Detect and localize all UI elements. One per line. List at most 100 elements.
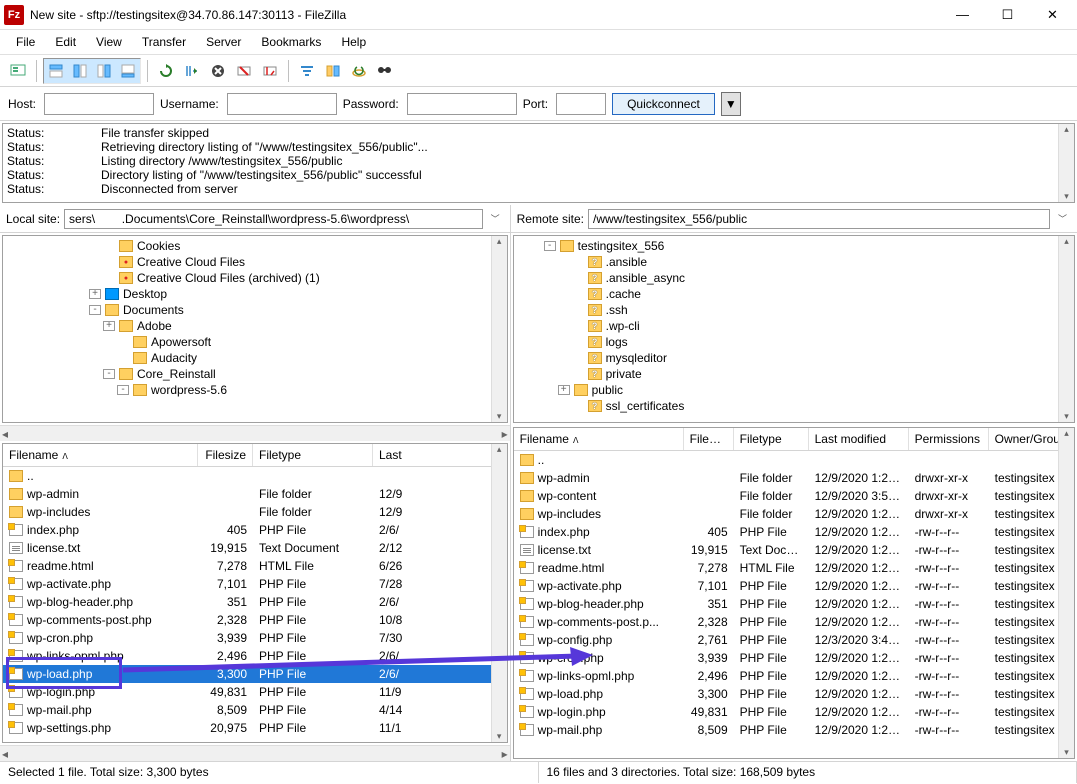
tree-item[interactable]: ssl_certificates: [516, 398, 1072, 414]
disconnect-icon[interactable]: [232, 59, 256, 83]
col-permissions[interactable]: Permissions: [909, 428, 989, 450]
list-item[interactable]: readme.html7,278HTML File12/9/2020 1:22:…: [514, 559, 1074, 577]
remote-file-list[interactable]: Filenameᐱ Filesize Filetype Last modifie…: [513, 427, 1075, 759]
list-item[interactable]: wp-adminFile folder12/9: [3, 485, 507, 503]
tree-item[interactable]: private: [516, 366, 1072, 382]
list-item[interactable]: wp-activate.php7,101PHP File12/9/2020 1:…: [514, 577, 1074, 595]
message-log[interactable]: Status:File transfer skippedStatus:Retri…: [2, 123, 1075, 203]
close-button[interactable]: ✕: [1030, 1, 1075, 29]
col-filesize[interactable]: Filesize: [198, 444, 253, 466]
menu-server[interactable]: Server: [196, 32, 251, 52]
list-item[interactable]: wp-config.php2,761PHP File12/3/2020 3:43…: [514, 631, 1074, 649]
remote-site-input[interactable]: [588, 209, 1050, 229]
quickconnect-button[interactable]: Quickconnect: [612, 93, 715, 115]
col-filesize[interactable]: Filesize: [684, 428, 734, 450]
list-item[interactable]: index.php405PHP File2/6/: [3, 521, 507, 539]
scrollbar-horizontal[interactable]: ◂▸: [0, 425, 510, 441]
list-item[interactable]: wp-load.php3,300PHP File2/6/: [3, 665, 507, 683]
col-modified[interactable]: Last: [373, 444, 507, 466]
site-manager-icon[interactable]: [6, 59, 30, 83]
list-item[interactable]: wp-cron.php3,939PHP File7/30: [3, 629, 507, 647]
tree-item[interactable]: Cookies: [5, 238, 505, 254]
tree-item[interactable]: Creative Cloud Files: [5, 254, 505, 270]
col-filetype[interactable]: Filetype: [253, 444, 373, 466]
menu-help[interactable]: Help: [331, 32, 376, 52]
list-item[interactable]: wp-includesFile folder12/9/2020 1:23:...…: [514, 505, 1074, 523]
tree-item[interactable]: -Core_Reinstall: [5, 366, 505, 382]
maximize-button[interactable]: ☐: [985, 1, 1030, 29]
list-item[interactable]: wp-load.php3,300PHP File12/9/2020 1:22:.…: [514, 685, 1074, 703]
menu-bookmarks[interactable]: Bookmarks: [251, 32, 331, 52]
reconnect-icon[interactable]: [258, 59, 282, 83]
tree-item[interactable]: .ansible: [516, 254, 1072, 270]
list-item[interactable]: wp-settings.php20,975PHP File11/1: [3, 719, 507, 737]
local-site-dropdown[interactable]: ﹀: [487, 212, 504, 225]
cancel-icon[interactable]: [206, 59, 230, 83]
list-item[interactable]: ..: [514, 451, 1074, 469]
list-item[interactable]: wp-login.php49,831PHP File11/9: [3, 683, 507, 701]
local-tree[interactable]: CookiesCreative Cloud FilesCreative Clou…: [2, 235, 508, 423]
list-item[interactable]: wp-cron.php3,939PHP File12/9/2020 1:22:.…: [514, 649, 1074, 667]
scrollbar-horizontal[interactable]: ◂▸: [0, 745, 510, 761]
scrollbar-vertical[interactable]: [1058, 236, 1074, 422]
remote-tree[interactable]: -testingsitex_556.ansible.ansible_async.…: [513, 235, 1075, 423]
col-modified[interactable]: Last modified: [809, 428, 909, 450]
quickconnect-dropdown[interactable]: ▼: [721, 92, 741, 116]
tree-item[interactable]: mysqleditor: [516, 350, 1072, 366]
col-filetype[interactable]: Filetype: [734, 428, 809, 450]
col-filename[interactable]: Filenameᐱ: [514, 428, 684, 450]
tree-item[interactable]: +public: [516, 382, 1072, 398]
toggle-log-icon[interactable]: [44, 59, 68, 83]
toggle-remote-tree-icon[interactable]: [92, 59, 116, 83]
tree-item[interactable]: .cache: [516, 286, 1072, 302]
toggle-queue-icon[interactable]: [116, 59, 140, 83]
filter-icon[interactable]: [295, 59, 319, 83]
compare-icon[interactable]: [321, 59, 345, 83]
list-item[interactable]: license.txt19,915Text Document2/12: [3, 539, 507, 557]
tree-item[interactable]: .ssh: [516, 302, 1072, 318]
list-item[interactable]: license.txt19,915Text Docu...12/9/2020 1…: [514, 541, 1074, 559]
scrollbar-vertical[interactable]: [491, 236, 507, 422]
list-item[interactable]: wp-login.php49,831PHP File12/9/2020 1:22…: [514, 703, 1074, 721]
scrollbar-vertical[interactable]: [1058, 428, 1074, 758]
list-item[interactable]: wp-comments-post.php2,328PHP File10/8: [3, 611, 507, 629]
port-input[interactable]: [556, 93, 606, 115]
search-icon[interactable]: [373, 59, 397, 83]
list-item[interactable]: wp-links-opml.php2,496PHP File12/9/2020 …: [514, 667, 1074, 685]
tree-item[interactable]: .wp-cli: [516, 318, 1072, 334]
tree-item[interactable]: Audacity: [5, 350, 505, 366]
list-item[interactable]: wp-includesFile folder12/9: [3, 503, 507, 521]
tree-item[interactable]: -testingsitex_556: [516, 238, 1072, 254]
local-site-input[interactable]: [64, 209, 483, 229]
tree-item[interactable]: .ansible_async: [516, 270, 1072, 286]
toggle-local-tree-icon[interactable]: [68, 59, 92, 83]
menu-file[interactable]: File: [6, 32, 45, 52]
tree-item[interactable]: -wordpress-5.6: [5, 382, 505, 398]
host-input[interactable]: [44, 93, 154, 115]
menu-transfer[interactable]: Transfer: [132, 32, 196, 52]
tree-item[interactable]: -Documents: [5, 302, 505, 318]
process-queue-icon[interactable]: [180, 59, 204, 83]
list-item[interactable]: wp-links-opml.php2,496PHP File2/6/: [3, 647, 507, 665]
scrollbar-vertical[interactable]: [491, 444, 507, 742]
menu-view[interactable]: View: [86, 32, 132, 52]
list-item[interactable]: wp-contentFile folder12/9/2020 3:55:...d…: [514, 487, 1074, 505]
scrollbar-vertical[interactable]: [1058, 124, 1074, 202]
list-item[interactable]: ..: [3, 467, 507, 485]
list-item[interactable]: readme.html7,278HTML File6/26: [3, 557, 507, 575]
col-filename[interactable]: Filenameᐱ: [3, 444, 198, 466]
remote-site-dropdown[interactable]: ﹀: [1054, 212, 1071, 225]
sync-browsing-icon[interactable]: [347, 59, 371, 83]
list-item[interactable]: wp-blog-header.php351PHP File2/6/: [3, 593, 507, 611]
tree-item[interactable]: Apowersoft: [5, 334, 505, 350]
tree-item[interactable]: +Adobe: [5, 318, 505, 334]
list-item[interactable]: index.php405PHP File12/9/2020 1:22:...-r…: [514, 523, 1074, 541]
list-item[interactable]: wp-blog-header.php351PHP File12/9/2020 1…: [514, 595, 1074, 613]
tree-item[interactable]: +Desktop: [5, 286, 505, 302]
menu-edit[interactable]: Edit: [45, 32, 86, 52]
password-input[interactable]: [407, 93, 517, 115]
list-item[interactable]: wp-mail.php8,509PHP File4/14: [3, 701, 507, 719]
list-item[interactable]: wp-activate.php7,101PHP File7/28: [3, 575, 507, 593]
refresh-icon[interactable]: [154, 59, 178, 83]
list-item[interactable]: wp-comments-post.p...2,328PHP File12/9/2…: [514, 613, 1074, 631]
